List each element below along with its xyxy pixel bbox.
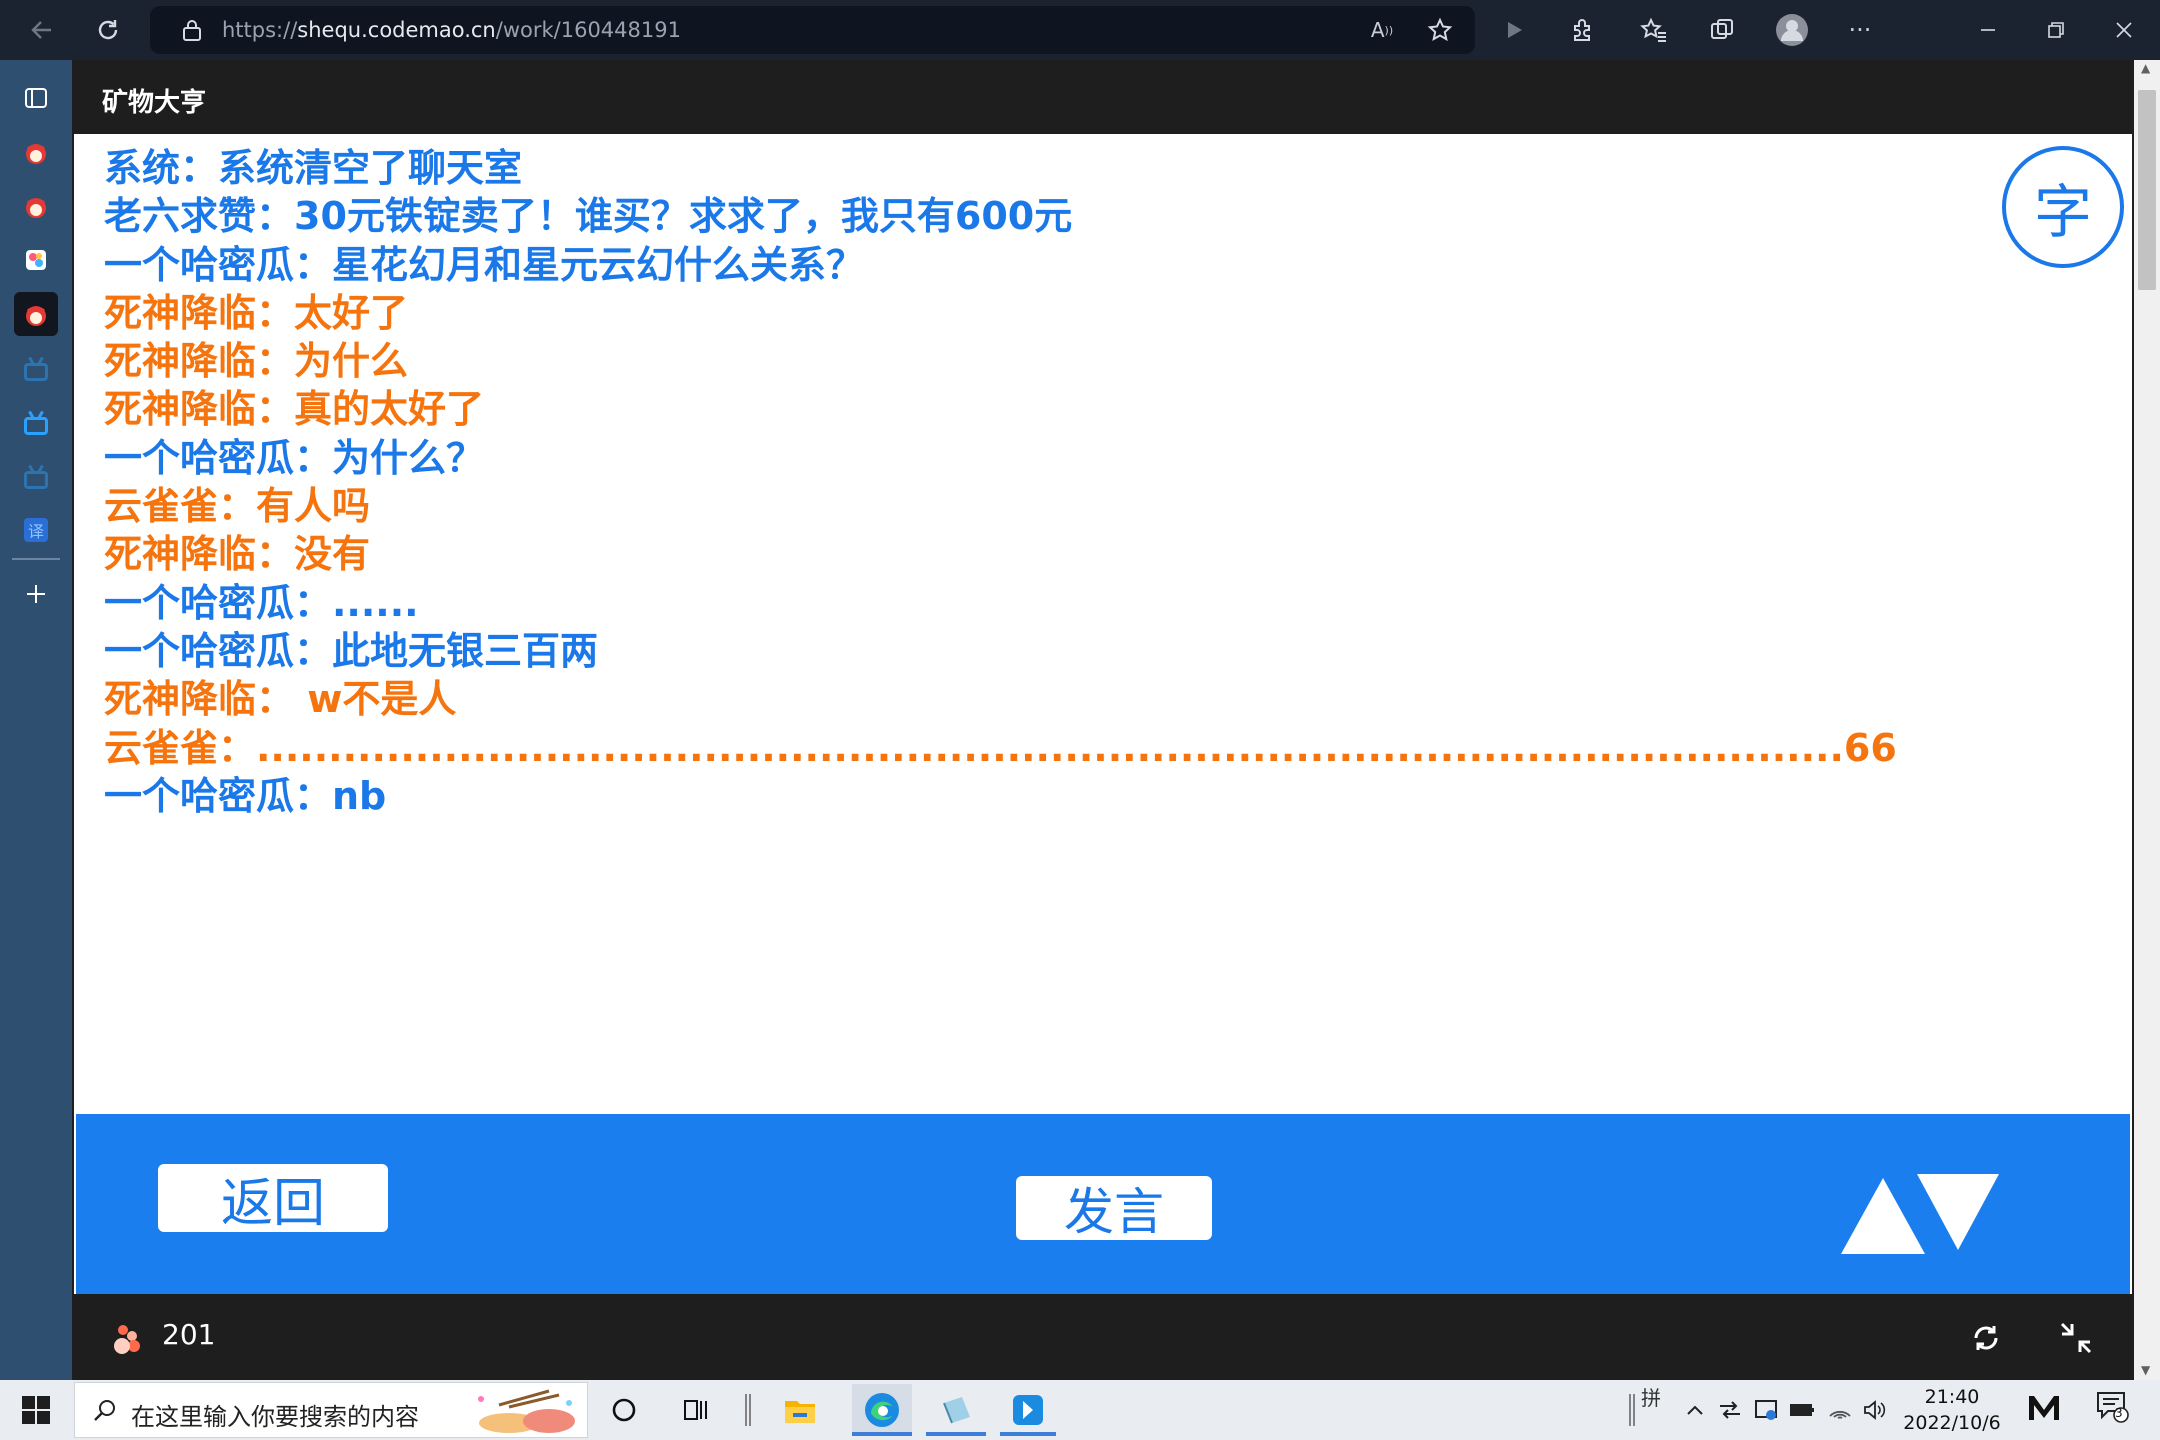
scroll-up-arrow-icon[interactable]: ▲ — [2141, 62, 2153, 74]
file-explorer-icon[interactable] — [778, 1388, 822, 1432]
minimize-icon[interactable] — [1960, 6, 2016, 54]
page-scrollbar[interactable]: ▲ ▼ — [2134, 60, 2160, 1380]
app-taskbar-icon[interactable] — [1000, 1384, 1056, 1436]
volume-icon[interactable] — [1860, 1396, 1888, 1424]
chat-message: 一个哈密瓜：此地无银三百两 — [104, 628, 599, 673]
windows-taskbar: 在这里输入你要搜索的内容 拼 21:40 2022/10/6 3 — [0, 1380, 2160, 1440]
codemao-active-tab-icon[interactable] — [14, 292, 58, 336]
back-button[interactable]: 返回 — [158, 1164, 388, 1234]
scroll-arrows — [1841, 1174, 1999, 1254]
chat-message: 云雀雀：有人吗 — [104, 484, 371, 529]
task-view-icon[interactable] — [674, 1388, 718, 1432]
sidebar-divider — [12, 558, 60, 560]
search-icon — [94, 1400, 115, 1421]
network-adapter-icon[interactable] — [1716, 1396, 1744, 1424]
chat-message: 死神降临：为什么 — [104, 339, 409, 384]
like-icon[interactable] — [112, 1322, 148, 1358]
chat-message: 系统：系统清空了聊天室 — [104, 146, 523, 190]
cortana-icon[interactable] — [602, 1388, 646, 1432]
scroll-down-arrow-icon[interactable]: ▼ — [2141, 1364, 2153, 1376]
scroll-up-icon[interactable] — [1841, 1178, 1925, 1254]
taskbar-clock[interactable]: 21:40 2022/10/6 — [1892, 1384, 2012, 1436]
chat-list: 系统：系统清空了聊天室 老六求赞：30元铁锭卖了！谁买？求求了，我只有600元 … — [104, 144, 2074, 820]
play-icon[interactable] — [1492, 8, 1536, 52]
chat-message: 一个哈密瓜：...... — [104, 580, 419, 625]
codemao-tab-icon[interactable] — [14, 184, 58, 228]
page-title: 矿物大亨 — [102, 88, 207, 118]
browser-sidebar: 译 — [0, 60, 72, 1380]
notepad-taskbar-icon[interactable] — [926, 1384, 986, 1436]
chat-control-panel: 返回 发言 — [76, 1114, 2130, 1294]
collections-icon[interactable] — [1700, 8, 1744, 52]
paint-tab-icon[interactable] — [14, 238, 58, 282]
taskbar-separator-icon — [726, 1388, 770, 1432]
app-m-icon[interactable] — [2024, 1394, 2064, 1422]
show-hidden-icons-icon[interactable] — [1682, 1396, 1708, 1424]
exit-fullscreen-icon[interactable] — [2058, 1320, 2094, 1356]
clock-time: 21:40 — [1924, 1386, 1980, 1408]
chat-message: 死神降临： w不是人 — [104, 677, 457, 722]
chat-message: 一个哈密瓜：星花幻月和星元云幻什么关系？ — [104, 242, 865, 287]
chat-message: 一个哈密瓜：为什么？ — [104, 435, 485, 480]
notification-count: 3 — [2115, 1406, 2123, 1420]
more-menu-icon[interactable]: ··· — [1838, 8, 1882, 52]
read-aloud-icon[interactable]: A)) — [1360, 8, 1404, 52]
tab-actions-icon[interactable] — [14, 76, 58, 120]
font-size-button[interactable]: 字 — [2002, 146, 2124, 268]
player-bar: 201 — [72, 1296, 2134, 1380]
bilibili-tab-icon[interactable] — [14, 350, 58, 394]
favorites-icon[interactable] — [1632, 8, 1676, 52]
clock-date: 2022/10/6 — [1903, 1412, 2001, 1434]
search-placeholder: 在这里输入你要搜索的内容 — [131, 1403, 419, 1431]
profile-avatar-icon[interactable] — [1770, 8, 1814, 52]
scroll-down-icon[interactable] — [1917, 1174, 1999, 1250]
wifi-icon[interactable] — [1826, 1396, 1854, 1424]
new-tab-plus-icon[interactable] — [14, 572, 58, 616]
add-favorite-icon[interactable] — [1418, 8, 1462, 52]
restore-icon[interactable] — [2028, 6, 2084, 54]
address-bar[interactable]: https://shequ.codemao.cn/work/160448191 … — [150, 6, 1475, 54]
extensions-icon[interactable] — [1560, 8, 1604, 52]
chat-message: 死神降临：太好了 — [104, 290, 409, 335]
ime-indicator[interactable]: 拼 — [1636, 1382, 1666, 1410]
windows-start-icon[interactable] — [20, 1394, 52, 1426]
edge-taskbar-icon[interactable] — [852, 1384, 912, 1436]
taskbar-search-box[interactable]: 在这里输入你要搜索的内容 — [74, 1382, 588, 1438]
translate-tab-icon[interactable]: 译 — [14, 508, 58, 552]
defender-icon[interactable] — [1752, 1396, 1780, 1424]
search-highlight-icon — [478, 1389, 575, 1433]
bilibili-tab-icon[interactable] — [14, 404, 58, 448]
work-header: 矿物大亨 — [72, 60, 2134, 134]
codemao-tab-icon[interactable] — [14, 130, 58, 174]
notifications-icon[interactable]: 3 — [2092, 1392, 2132, 1423]
close-icon[interactable] — [2096, 6, 2152, 54]
chat-message: 死神降临：没有 — [104, 532, 371, 577]
battery-icon[interactable] — [1788, 1396, 1816, 1424]
page-content: 矿物大亨 系统：系统清空了聊天室 老六求赞：30元铁锭卖了！谁买？求求了，我只有… — [72, 60, 2134, 1380]
browser-toolbar: https://shequ.codemao.cn/work/160448191 … — [0, 0, 2160, 60]
chat-message: 死神降临：真的太好了 — [104, 387, 485, 432]
restart-icon[interactable] — [1968, 1320, 2004, 1356]
game-stage[interactable]: 系统：系统清空了聊天室 老六求赞：30元铁锭卖了！谁买？求求了，我只有600元 … — [74, 134, 2132, 1294]
speak-button[interactable]: 发言 — [1016, 1176, 1212, 1241]
bilibili-tab-icon[interactable] — [14, 458, 58, 502]
scroll-thumb[interactable] — [2138, 90, 2156, 290]
refresh-icon[interactable] — [86, 8, 130, 52]
url-text[interactable]: https://shequ.codemao.cn/work/160448191 — [222, 18, 681, 42]
lock-icon[interactable] — [170, 8, 214, 52]
chat-message: 老六求赞：30元铁锭卖了！谁买？求求了，我只有600元 — [104, 194, 1073, 239]
chat-message: 一个哈密瓜：nb — [104, 773, 387, 818]
chat-message: 云雀雀：....................................… — [104, 725, 1897, 770]
back-arrow-icon[interactable] — [20, 8, 64, 52]
like-count: 201 — [162, 1318, 216, 1351]
